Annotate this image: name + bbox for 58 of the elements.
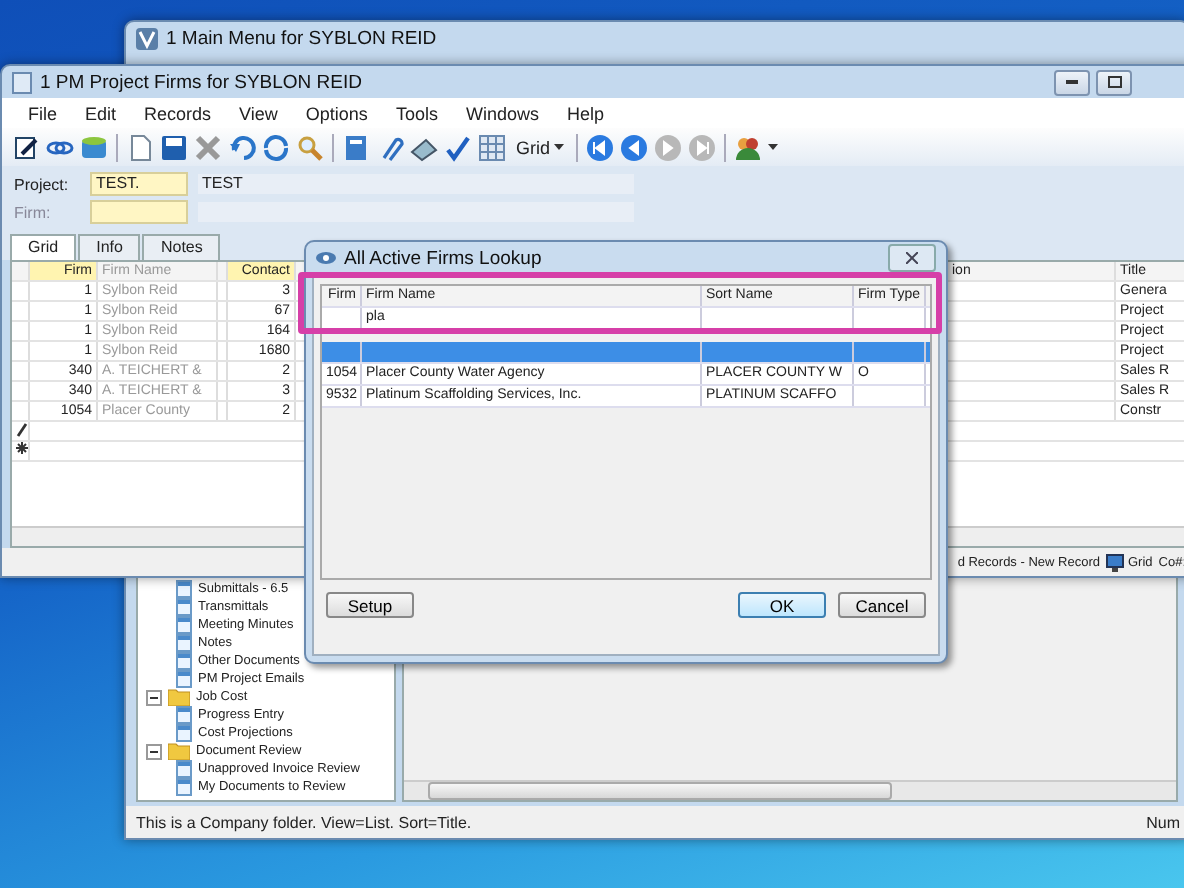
pencil-icon [16, 422, 28, 438]
dialog-button[interactable]: OK [738, 592, 826, 618]
spellcheck-icon[interactable] [444, 133, 472, 161]
menu-item[interactable]: View [225, 103, 292, 123]
tab[interactable]: Info [78, 234, 141, 260]
dropdown-caret-icon[interactable] [768, 144, 779, 150]
app-logo-icon [136, 27, 158, 49]
folder-icon [168, 742, 190, 760]
collapse-toggle-icon[interactable] [146, 689, 162, 705]
asterisk-icon [16, 442, 28, 454]
edit-icon[interactable] [12, 133, 40, 161]
window-title: 1 PM Project Firms for SYBLON REID [40, 71, 363, 93]
close-button[interactable] [888, 244, 936, 272]
input-field[interactable]: TEST. [90, 172, 188, 196]
save-icon[interactable] [160, 133, 188, 161]
maximize-icon [1107, 76, 1121, 88]
status-text: This is a Company folder. View=List. Sort=Title. [136, 813, 472, 831]
field-label: Project: [14, 175, 71, 193]
tab[interactable]: Grid [10, 234, 77, 260]
menu-item[interactable]: Windows [451, 103, 553, 123]
description-field: TEST [198, 174, 634, 194]
menu-item[interactable]: File [14, 103, 72, 123]
minimize-icon [1066, 80, 1078, 84]
monitor-icon [1105, 553, 1124, 571]
menu-item[interactable]: Edit [71, 103, 131, 123]
field-label: Firm: [14, 203, 53, 221]
menu-item[interactable]: Options [291, 103, 382, 123]
delete-icon[interactable] [194, 133, 222, 161]
folder-icon [168, 688, 190, 706]
database-icon[interactable] [80, 133, 108, 161]
search-icon[interactable] [296, 133, 324, 161]
status-text: Num [1146, 813, 1180, 831]
new-page-icon[interactable] [126, 133, 154, 161]
dialog-button[interactable]: Cancel [838, 592, 926, 618]
calculator-icon[interactable] [342, 133, 370, 161]
undo-icon[interactable] [228, 133, 256, 161]
document-icon [12, 71, 32, 93]
close-icon [906, 252, 918, 264]
menu-item[interactable]: Tools [381, 103, 452, 123]
users-icon[interactable] [734, 133, 763, 161]
dialog-button[interactable]: Setup [326, 592, 414, 618]
input-field[interactable] [90, 200, 188, 224]
minimize-button[interactable] [1054, 69, 1090, 95]
collapse-toggle-icon[interactable] [146, 743, 162, 759]
view-dropdown[interactable]: Grid [512, 137, 569, 157]
window-title: 1 Main Menu for SYBLON REID [166, 27, 437, 49]
tab[interactable]: Notes [142, 234, 221, 260]
refresh-icon[interactable] [262, 133, 290, 161]
menu-item[interactable]: Records [130, 103, 226, 123]
maximize-button[interactable] [1096, 69, 1132, 95]
grid-icon[interactable] [478, 133, 506, 161]
horizontal-scrollbar[interactable] [404, 780, 1176, 800]
dropdown-caret-icon[interactable] [554, 144, 565, 150]
lookup-row[interactable] [322, 342, 930, 364]
eye-icon [316, 250, 336, 266]
dialog-title: All Active Firms Lookup [344, 247, 542, 269]
scanner-icon[interactable] [410, 133, 438, 161]
menu-item[interactable]: Help [552, 103, 618, 123]
